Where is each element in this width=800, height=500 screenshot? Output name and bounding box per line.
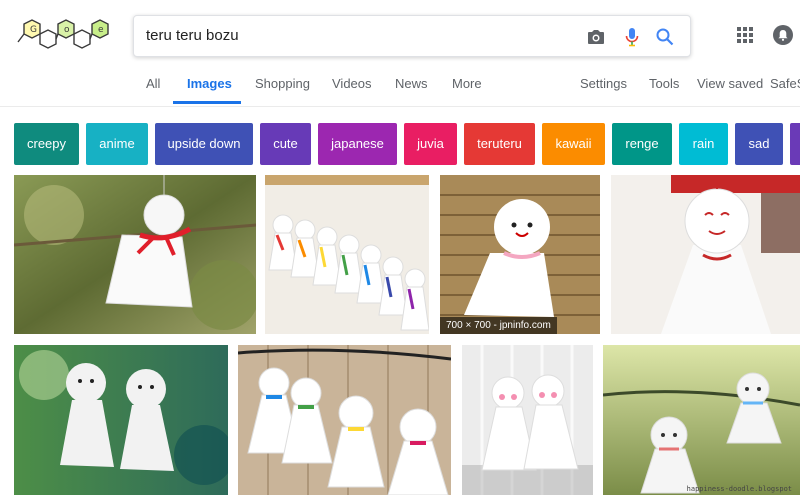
doodle-logo[interactable]: G o e xyxy=(14,12,114,58)
camera-icon[interactable] xyxy=(584,25,608,49)
active-tab-indicator xyxy=(173,101,241,104)
header: G o e teru teru bozu All Images Shopping… xyxy=(0,0,800,107)
image-result[interactable] xyxy=(611,175,800,334)
tools-link[interactable]: Tools xyxy=(649,76,679,91)
view-saved-link[interactable]: View saved xyxy=(697,76,763,91)
tab-shopping[interactable]: Shopping xyxy=(255,76,310,91)
chip-juvia[interactable]: juvia xyxy=(404,123,457,165)
chip-cute[interactable]: cute xyxy=(260,123,311,165)
chip-renge[interactable]: renge xyxy=(612,123,672,165)
chip-kawaii[interactable]: kawaii xyxy=(542,123,605,165)
search-box[interactable]: teru teru bozu xyxy=(133,15,691,57)
safesearch-link[interactable]: SafeS xyxy=(770,76,800,91)
chip-japanese[interactable]: japanese xyxy=(318,123,397,165)
image-result[interactable]: happiness-doodle.blogspot xyxy=(603,345,800,495)
search-input[interactable]: teru teru bozu xyxy=(146,16,239,56)
image-watermark: happiness-doodle.blogspot xyxy=(686,485,792,493)
chip-anime[interactable]: anime xyxy=(86,123,148,165)
chip-partial[interactable] xyxy=(790,123,800,165)
search-icon[interactable] xyxy=(653,25,677,49)
chip-upside-down[interactable]: upside down xyxy=(155,123,253,165)
svg-text:e: e xyxy=(98,25,104,35)
image-result[interactable] xyxy=(14,175,256,334)
notifications-icon[interactable] xyxy=(772,24,794,46)
image-size-overlay: 700 × 700 - jpninfo.com xyxy=(440,317,557,334)
tab-news[interactable]: News xyxy=(395,76,428,91)
microphone-icon[interactable] xyxy=(620,25,644,49)
search-tabs: All Images Shopping Videos News More Set… xyxy=(0,70,800,106)
tab-all[interactable]: All xyxy=(146,76,160,91)
chip-creepy[interactable]: creepy xyxy=(14,123,79,165)
svg-text:G: G xyxy=(30,25,37,35)
tab-images[interactable]: Images xyxy=(187,76,232,91)
settings-link[interactable]: Settings xyxy=(580,76,627,91)
image-result[interactable] xyxy=(238,345,451,495)
svg-text:o: o xyxy=(64,25,70,35)
image-result[interactable] xyxy=(462,345,593,495)
chip-rain[interactable]: rain xyxy=(679,123,728,165)
chip-teruteru[interactable]: teruteru xyxy=(464,123,535,165)
image-result[interactable] xyxy=(14,345,228,495)
apps-grid-icon[interactable] xyxy=(735,25,755,45)
tab-more[interactable]: More xyxy=(452,76,482,91)
related-chips-bar: creepy anime upside down cute japanese j… xyxy=(14,123,800,165)
image-result[interactable] xyxy=(265,175,429,334)
image-result[interactable]: 700 × 700 - jpninfo.com xyxy=(440,175,600,334)
chip-sad[interactable]: sad xyxy=(735,123,783,165)
tab-videos[interactable]: Videos xyxy=(332,76,372,91)
